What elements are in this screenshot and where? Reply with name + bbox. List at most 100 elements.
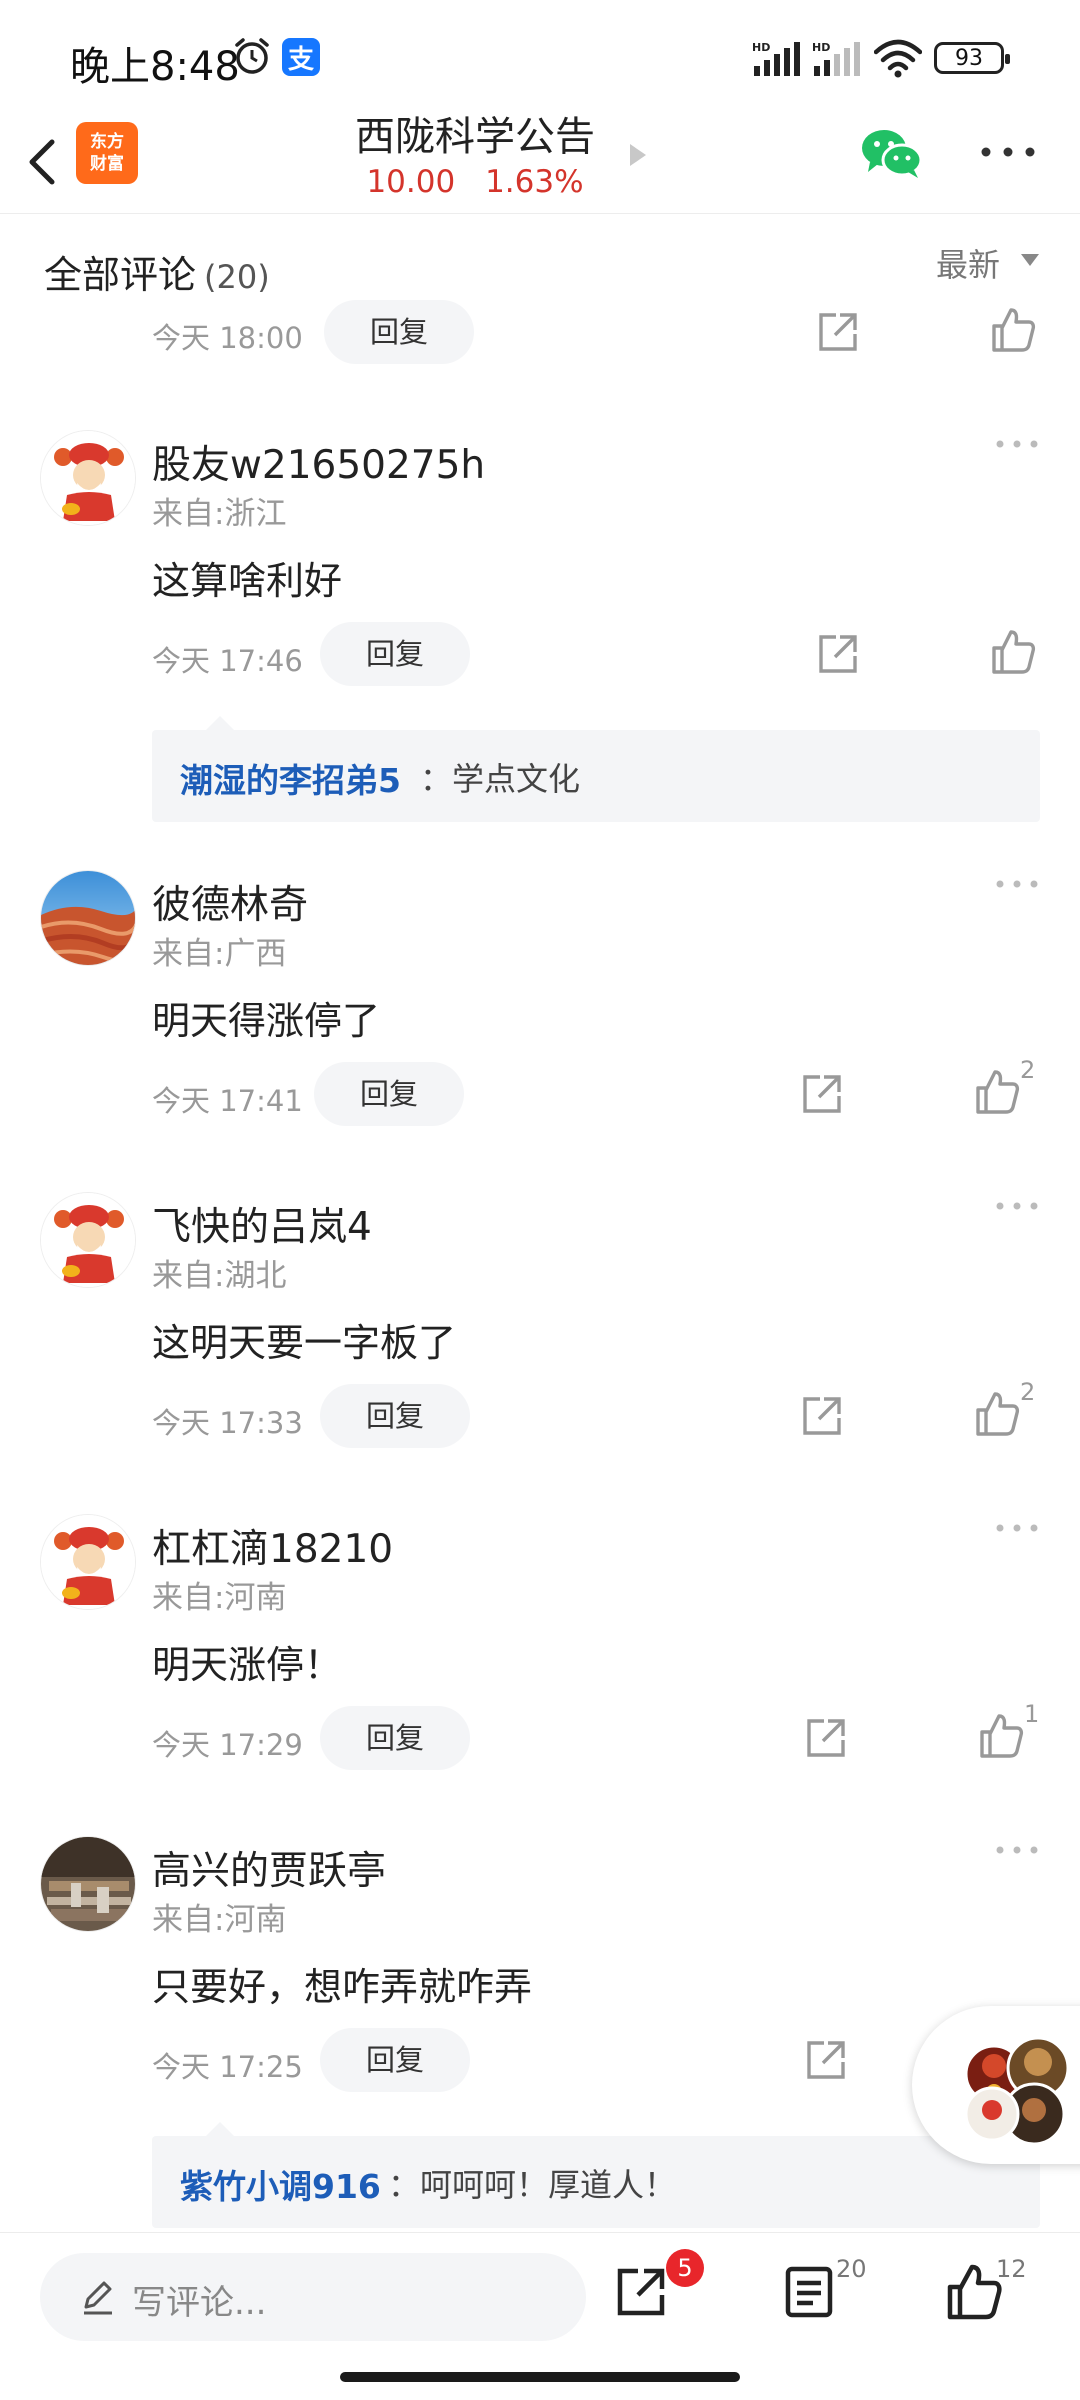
photo-avatar-icon	[41, 1837, 135, 1931]
location-label: 来自:浙江	[152, 496, 287, 532]
location-label: 来自:广西	[152, 936, 287, 972]
reply-button[interactable]: 回复	[320, 2028, 470, 2092]
avatar[interactable]	[40, 430, 136, 526]
logo-text-bottom: 财富	[90, 154, 124, 174]
caishen-avatar-icon	[41, 1193, 135, 1287]
comment-more-icon[interactable]	[994, 438, 1040, 450]
sub-reply-box[interactable]: 紫竹小调916 ：呵呵呵！厚道人！	[152, 2122, 1040, 2228]
avatar[interactable]	[40, 870, 136, 966]
reply-button[interactable]: 回复	[324, 300, 474, 364]
thumbs-up-icon[interactable]	[972, 1390, 1020, 1438]
thumbs-up-icon[interactable]	[944, 2263, 1002, 2321]
status-time: 晚上8:48	[70, 44, 240, 90]
comment-list-icon[interactable]	[780, 2263, 838, 2321]
write-comment-input[interactable]: 写评论...	[40, 2253, 586, 2341]
comment-total-count: (20)	[204, 258, 270, 296]
top-nav-bar: 东方 财富 西陇科学公告 10.00 1.63%	[0, 110, 1080, 214]
comment-text[interactable]: 明天涨停！	[152, 1634, 342, 1689]
caret-down-icon[interactable]	[1021, 254, 1039, 266]
share-icon[interactable]	[800, 1072, 844, 1116]
comment-more-icon[interactable]	[994, 1200, 1040, 1212]
reply-button[interactable]: 回复	[314, 1062, 464, 1126]
share-badge: 5	[666, 2249, 704, 2287]
section-title-text: 全部评论	[44, 253, 197, 297]
reply-button[interactable]: 回复	[320, 1384, 470, 1448]
thumbs-up-icon[interactable]	[988, 628, 1036, 676]
like-total-count: 12	[996, 2255, 1027, 2283]
location-label: 来自:河南	[152, 1580, 287, 1616]
share-icon[interactable]	[800, 1394, 844, 1438]
signal-hd-icon: HD	[752, 41, 800, 76]
comment-time: 今天 17:41	[152, 1084, 303, 1118]
stock-quote: 10.00 1.63%	[300, 162, 650, 202]
avatar[interactable]	[40, 1514, 136, 1610]
back-arrow-icon[interactable]	[14, 120, 72, 200]
thumbs-up-icon[interactable]	[988, 306, 1036, 354]
reply-button[interactable]: 回复	[320, 1706, 470, 1770]
reply-button[interactable]: 回复	[320, 622, 470, 686]
like-count: 2	[1020, 1056, 1036, 1084]
comment-more-icon[interactable]	[994, 878, 1040, 890]
comment-item: 杠杠滴18210 来自:河南 明天涨停！ 今天 17:29 回复 1	[0, 1514, 1080, 1814]
comment-item: 今天 18:00 回复	[0, 300, 1080, 370]
status-bar: 晚上8:48 支 HD HD 93	[0, 0, 1080, 110]
comment-text[interactable]: 明天得涨停了	[152, 990, 380, 1045]
signal-hd-icon: HD	[812, 41, 860, 76]
eastmoney-logo[interactable]: 东方 财富	[76, 122, 138, 184]
floating-avatars-bubble[interactable]	[912, 2006, 1080, 2164]
comment-text[interactable]: 这明天要一字板了	[152, 1312, 456, 1367]
thumbs-up-icon[interactable]	[976, 1712, 1024, 1760]
thumbs-up-icon[interactable]	[972, 1068, 1020, 1116]
comment-more-icon[interactable]	[994, 1522, 1040, 1534]
pencil-icon	[84, 2281, 112, 2315]
username[interactable]: 飞快的吕岚4	[152, 1196, 372, 1252]
comment-item: 飞快的吕岚4 来自:湖北 这明天要一字板了 今天 17:33 回复 2	[0, 1192, 1080, 1492]
sub-reply-username[interactable]: 紫竹小调916	[180, 2160, 381, 2208]
like-count: 1	[1024, 1700, 1040, 1728]
logo-text-top: 东方	[90, 132, 124, 152]
comment-time: 今天 17:25	[152, 2050, 303, 2084]
comments-section-header: 全部评论 (20) 最新	[0, 214, 1080, 314]
comment-item: 彼德林奇 来自:广西 明天得涨停了 今天 17:41 回复 2	[0, 870, 1080, 1170]
share-icon[interactable]	[816, 310, 860, 354]
page-title: 西陇科学公告	[355, 114, 595, 160]
sub-reply-text: ：学点文化	[420, 760, 581, 798]
caishen-avatar-icon	[41, 431, 135, 525]
battery-icon: 93	[934, 42, 1010, 74]
svg-text:HD: HD	[752, 41, 770, 54]
location-label: 来自:湖北	[152, 1258, 287, 1294]
comment-text[interactable]: 这算啥利好	[152, 550, 342, 605]
avatar[interactable]	[40, 1192, 136, 1288]
stock-price: 10.00	[366, 164, 456, 200]
alipay-icon: 支	[282, 38, 320, 76]
svg-text:HD: HD	[812, 41, 830, 54]
comment-time: 今天 17:33	[152, 1406, 303, 1440]
comment-count: 20	[836, 2255, 867, 2283]
comment-time: 今天 18:00	[152, 321, 303, 355]
sort-dropdown[interactable]: 最新	[936, 240, 1000, 286]
username[interactable]: 彼德林奇	[152, 874, 308, 930]
share-icon[interactable]	[612, 2263, 670, 2321]
username[interactable]: 杠杠滴18210	[152, 1518, 393, 1574]
comment-more-icon[interactable]	[994, 1844, 1040, 1856]
like-count: 2	[1020, 1378, 1036, 1406]
wechat-icon[interactable]	[860, 126, 924, 182]
share-icon[interactable]	[816, 632, 860, 676]
avatar[interactable]	[40, 1836, 136, 1932]
share-icon[interactable]	[804, 1716, 848, 1760]
location-label: 来自:河南	[152, 1902, 287, 1938]
comment-placeholder: 写评论...	[132, 2283, 267, 2323]
username[interactable]: 股友w21650275h	[152, 434, 485, 490]
username[interactable]: 高兴的贾跃亭	[152, 1840, 386, 1896]
sub-reply-username[interactable]: 潮湿的李招弟5	[180, 754, 401, 802]
comment-list[interactable]: 今天 18:00 回复 股友w21650275h 来自:浙江 这算啥利好 今天 …	[0, 300, 1080, 2230]
stock-title-block[interactable]: 西陇科学公告 10.00 1.63%	[300, 110, 650, 202]
home-indicator[interactable]	[340, 2372, 740, 2382]
share-icon[interactable]	[804, 2038, 848, 2082]
caishen-avatar-icon	[41, 1515, 135, 1609]
play-arrow-icon[interactable]	[628, 140, 648, 170]
sub-reply-box[interactable]: 潮湿的李招弟5 ：学点文化	[152, 716, 1040, 822]
comment-text[interactable]: 只要好，想咋弄就咋弄	[152, 1956, 532, 2011]
more-options-icon[interactable]	[978, 140, 1038, 164]
all-comments-title: 全部评论 (20)	[44, 244, 270, 299]
